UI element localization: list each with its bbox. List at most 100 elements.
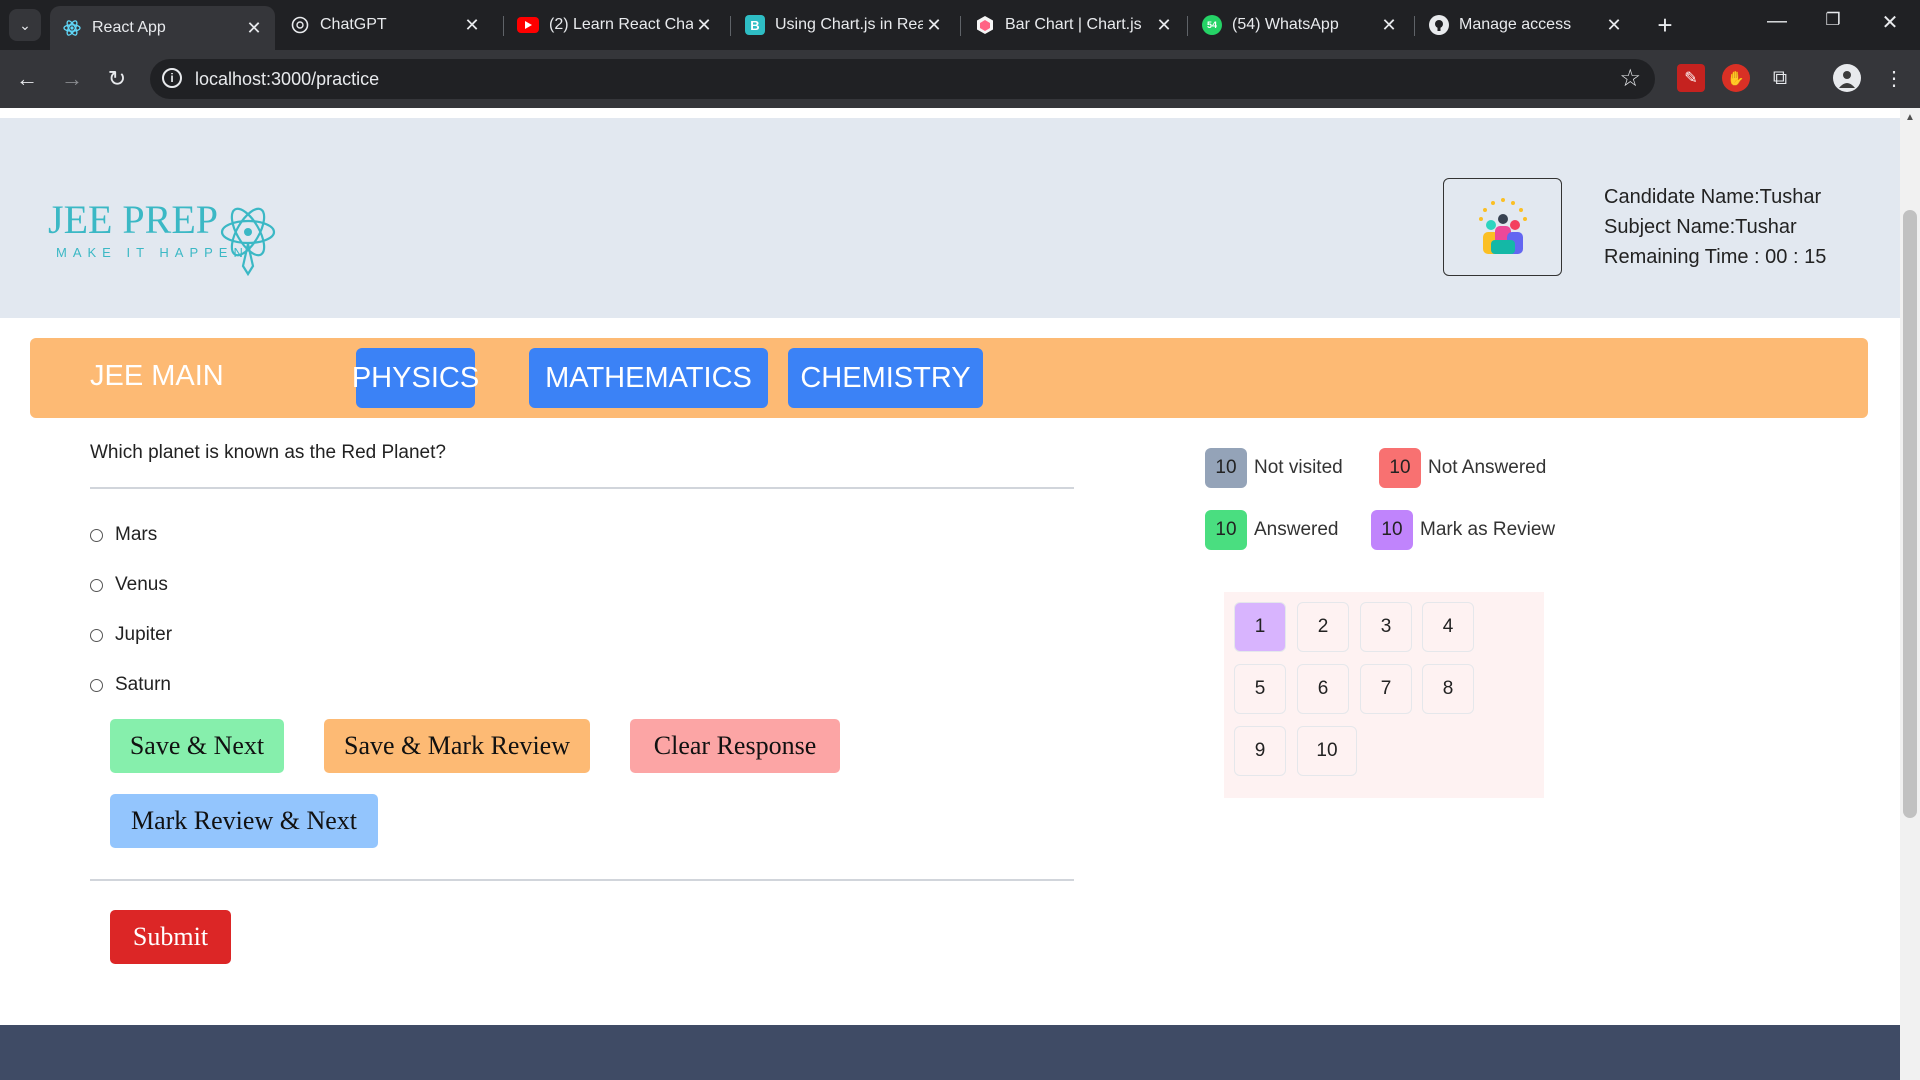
github-icon	[1429, 15, 1449, 35]
legend-not-answered: 10 Not Answered	[1379, 448, 1546, 488]
menu-kebab-icon[interactable]: ⋮	[1880, 64, 1908, 92]
tab-mathematics[interactable]: MATHEMATICS	[529, 348, 768, 408]
legend-answered: 10 Answered	[1205, 510, 1339, 550]
close-icon[interactable]: ✕	[923, 15, 945, 36]
tab-search-button[interactable]: ⌄	[9, 9, 41, 41]
close-icon[interactable]: ✕	[1378, 15, 1400, 36]
radio-button[interactable]	[90, 628, 103, 642]
chatgpt-icon	[290, 15, 310, 35]
close-icon[interactable]: ✕	[1153, 15, 1175, 36]
question-button-9[interactable]: 9	[1234, 726, 1286, 776]
submit-button[interactable]: Submit	[110, 910, 231, 964]
mark-review-next-button[interactable]: Mark Review & Next	[110, 794, 378, 848]
save-next-button[interactable]: Save & Next	[110, 719, 284, 773]
adblock-hand-icon[interactable]: ✋	[1722, 64, 1750, 92]
back-icon[interactable]: ←	[12, 64, 42, 94]
react-icon	[62, 18, 82, 38]
close-icon[interactable]: ✕	[461, 15, 483, 36]
minimize-icon[interactable]: —	[1757, 10, 1797, 33]
question-button-1[interactable]: 1	[1234, 602, 1286, 652]
question-divider	[90, 487, 1074, 489]
clear-response-button[interactable]: Clear Response	[630, 719, 840, 773]
legend-label: Not visited	[1254, 457, 1343, 478]
chartjs-icon	[975, 15, 995, 35]
remaining-time: Remaining Time : 00 : 15	[1604, 246, 1827, 268]
question-button-3[interactable]: 3	[1360, 602, 1412, 652]
question-button-8[interactable]: 8	[1422, 664, 1474, 714]
legend-not-visited: 10 Not visited	[1205, 448, 1343, 488]
profile-avatar[interactable]	[1833, 64, 1861, 92]
radio-button[interactable]	[90, 578, 103, 592]
extensions-puzzle-icon[interactable]: ⧉	[1766, 64, 1794, 92]
new-tab-button[interactable]: +	[1650, 10, 1680, 40]
option-mars[interactable]: Mars	[90, 524, 157, 546]
close-icon[interactable]: ✕	[693, 15, 715, 36]
save-mark-review-button[interactable]: Save & Mark Review	[324, 719, 590, 773]
candidate-name: Candidate Name:Tushar	[1604, 186, 1822, 208]
option-venus[interactable]: Venus	[90, 574, 168, 596]
question-button-7[interactable]: 7	[1360, 664, 1412, 714]
subject-bar: JEE MAIN PHYSICS MATHEMATICS CHEMISTRY	[30, 338, 1868, 418]
radio-button[interactable]	[90, 528, 103, 542]
tab-bar-chart[interactable]: Bar Chart | Chart.js ✕	[963, 6, 1185, 44]
legend-count: 10	[1371, 510, 1413, 550]
tab-chemistry[interactable]: CHEMISTRY	[788, 348, 983, 408]
bookmark-star-icon[interactable]: ☆	[1619, 64, 1641, 93]
option-label: Mars	[115, 524, 158, 545]
question-button-6[interactable]: 6	[1297, 664, 1349, 714]
question-palette: 1 2 3 4 5 6 7 8 9 10	[1224, 592, 1544, 798]
question-text: Which planet is known as the Red Planet?	[90, 442, 446, 463]
actions-divider	[90, 879, 1074, 881]
legend-label: Answered	[1254, 519, 1339, 540]
tab-title: React App	[92, 19, 166, 36]
scrollbar-thumb[interactable]	[1903, 210, 1917, 818]
site-info-icon[interactable]: i	[162, 68, 182, 88]
legend-count: 10	[1205, 510, 1247, 550]
tab-react-app[interactable]: React App ✕	[50, 6, 275, 50]
option-label: Venus	[115, 574, 168, 595]
tab-github[interactable]: Manage access ✕	[1417, 6, 1635, 44]
question-button-5[interactable]: 5	[1234, 664, 1286, 714]
legend-mark-review: 10 Mark as Review	[1371, 510, 1555, 550]
candidate-avatar	[1443, 178, 1562, 276]
pen-extension-icon[interactable]: ✎	[1677, 64, 1705, 92]
browser-toolbar: ← → ↻ i localhost:3000/practice ☆ ✎ ✋ ⧉ …	[0, 50, 1920, 108]
tab-title: Using Chart.js in Rea	[775, 16, 923, 33]
tab-title: (2) Learn React Chart	[549, 16, 693, 33]
window-close-icon[interactable]: ✕	[1870, 10, 1910, 35]
legend-count: 10	[1379, 448, 1421, 488]
tab-title: Bar Chart | Chart.js	[1005, 16, 1142, 33]
forward-icon[interactable]: →	[57, 64, 87, 94]
option-saturn[interactable]: Saturn	[90, 674, 171, 696]
page-footer	[0, 1025, 1900, 1080]
tab-title: ChatGPT	[320, 16, 387, 33]
option-jupiter[interactable]: Jupiter	[90, 624, 172, 646]
restore-icon[interactable]: ❐	[1813, 10, 1853, 30]
tab-chartjs-react[interactable]: B Using Chart.js in Rea ✕	[733, 6, 955, 44]
tab-chatgpt[interactable]: ChatGPT ✕	[278, 6, 493, 44]
whatsapp-icon: 54	[1202, 15, 1222, 35]
tab-youtube[interactable]: (2) Learn React Chart ✕	[505, 6, 725, 44]
tab-separator	[960, 16, 961, 36]
question-button-2[interactable]: 2	[1297, 602, 1349, 652]
reload-icon[interactable]: ↻	[102, 64, 132, 94]
legend-label: Mark as Review	[1420, 519, 1556, 540]
radio-button[interactable]	[90, 678, 103, 692]
youtube-icon	[517, 17, 539, 33]
question-button-10[interactable]: 10	[1297, 726, 1357, 776]
tab-title: Manage access	[1459, 16, 1572, 33]
tab-separator	[1414, 16, 1415, 36]
tab-whatsapp[interactable]: 54 (54) WhatsApp ✕	[1190, 6, 1410, 44]
candidate-info: Candidate Name:Tushar Subject Name:Tusha…	[1604, 182, 1826, 272]
url-text[interactable]: localhost:3000/practice	[195, 69, 379, 90]
scroll-up-arrow-icon[interactable]: ▲	[1900, 112, 1920, 123]
close-icon[interactable]: ✕	[1603, 15, 1625, 36]
subject-name: Subject Name:Tushar	[1604, 216, 1797, 238]
team-icon	[1478, 198, 1527, 254]
close-icon[interactable]: ✕	[243, 18, 265, 39]
tab-physics[interactable]: PHYSICS	[352, 348, 479, 408]
tab-title: (54) WhatsApp	[1232, 16, 1339, 33]
address-bar[interactable]: i localhost:3000/practice ☆	[150, 59, 1655, 99]
question-button-4[interactable]: 4	[1422, 602, 1474, 652]
page-content: JEE PREP MAKE IT HAPPEN Candidate Name:T…	[0, 108, 1900, 1080]
